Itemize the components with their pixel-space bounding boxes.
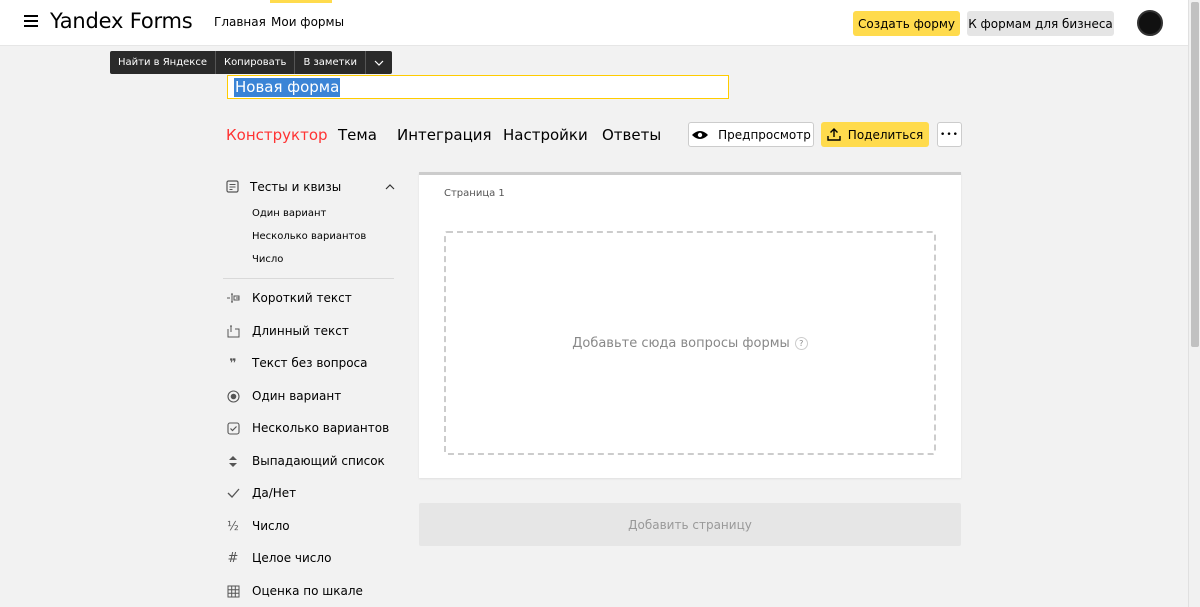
page-title: Страница 1	[444, 188, 505, 199]
nav-active-indicator	[270, 0, 332, 3]
sidebar-item-scale[interactable]: Оценка по шкале	[226, 584, 363, 598]
tab-constructor[interactable]: Конструктор	[226, 126, 328, 144]
more-icon: •••	[940, 129, 959, 140]
chevron-up-icon[interactable]	[385, 184, 395, 190]
check-icon	[226, 486, 240, 500]
upload-icon	[827, 128, 841, 141]
sidebar-sub-multi-choice[interactable]: Несколько вариантов	[252, 231, 366, 242]
sidebar-item-number[interactable]: ½ Число	[226, 519, 290, 533]
tab-integration[interactable]: Интеграция	[397, 126, 492, 144]
dropdown-icon	[226, 454, 240, 468]
business-forms-button[interactable]: К формам для бизнеса	[967, 11, 1114, 36]
nav-home[interactable]: Главная	[214, 15, 266, 29]
dropzone-text: Добавьте сюда вопросы формы	[572, 335, 790, 351]
tab-settings[interactable]: Настройки	[503, 126, 588, 144]
form-title-selected-text: Новая форма	[234, 78, 341, 97]
help-icon[interactable]: ?	[794, 336, 808, 350]
share-label: Поделиться	[847, 127, 924, 142]
brand-logo[interactable]: Yandex Forms	[50, 9, 193, 33]
sidebar-item-integer[interactable]: # Целое число	[226, 550, 332, 566]
add-page-button[interactable]: Добавить страницу	[419, 503, 961, 546]
fraction-icon: ½	[227, 519, 239, 533]
radio-icon	[226, 389, 240, 403]
chevron-down-icon	[374, 60, 384, 66]
share-button[interactable]: Поделиться	[821, 122, 929, 147]
short-text-icon	[226, 291, 240, 305]
ctx-expand[interactable]	[366, 51, 392, 74]
sidebar-item-label: Длинный текст	[252, 324, 349, 338]
ctx-notes[interactable]: В заметки	[295, 51, 366, 74]
sidebar-sub-number[interactable]: Число	[252, 254, 283, 265]
grid-icon	[226, 584, 240, 598]
quote-icon: ❞	[229, 356, 237, 370]
sidebar-item-dropdown[interactable]: Выпадающий список	[226, 454, 385, 468]
question-dropzone[interactable]: Добавьте сюда вопросы формы ?	[444, 231, 936, 455]
sidebar-item-label: Целое число	[252, 551, 332, 565]
nav-my-forms[interactable]: Мои формы	[271, 15, 344, 29]
sidebar-item-multi-choice[interactable]: Несколько вариантов	[226, 421, 389, 435]
sidebar-item-label: Один вариант	[252, 389, 342, 403]
avatar[interactable]	[1137, 10, 1163, 36]
more-options-button[interactable]: •••	[937, 122, 962, 147]
sidebar-section-title: Тесты и квизы	[250, 180, 342, 194]
form-page-card: Страница 1 Добавьте сюда вопросы формы ?	[419, 172, 961, 478]
tab-theme[interactable]: Тема	[338, 126, 377, 144]
page-scrollbar[interactable]	[1188, 0, 1200, 607]
sidebar-section-quizzes[interactable]: Тесты и квизы	[226, 178, 398, 198]
sidebar-item-label: Несколько вариантов	[252, 421, 390, 435]
sidebar-item-label: Да/Нет	[252, 486, 297, 500]
header: Yandex Forms Главная Мои формы Создать ф…	[0, 0, 1188, 46]
checkbox-icon	[226, 421, 240, 435]
preview-label: Предпросмотр	[718, 127, 811, 142]
sidebar-item-text-no-question[interactable]: ❞ Текст без вопроса	[226, 356, 368, 370]
sidebar-item-label: Текст без вопроса	[252, 356, 368, 370]
ctx-copy[interactable]: Копировать	[216, 51, 296, 74]
preview-button[interactable]: Предпросмотр	[688, 122, 814, 147]
ctx-search-yandex[interactable]: Найти в Яндексе	[110, 51, 216, 74]
sidebar-item-label: Число	[252, 519, 290, 533]
sidebar-item-yes-no[interactable]: Да/Нет	[226, 486, 296, 500]
sidebar-item-label: Оценка по шкале	[252, 584, 363, 598]
selection-context-menu: Найти в Яндексе Копировать В заметки	[110, 51, 392, 74]
sidebar-divider	[223, 278, 394, 279]
eye-icon	[692, 130, 709, 139]
sidebar-item-single-choice[interactable]: Один вариант	[226, 389, 341, 403]
menu-icon[interactable]	[24, 15, 38, 27]
sidebar-item-label: Выпадающий список	[252, 454, 385, 468]
sidebar-item-label: Короткий текст	[252, 291, 352, 305]
sidebar-item-short-text[interactable]: Короткий текст	[226, 291, 352, 305]
sidebar-item-long-text[interactable]: Длинный текст	[226, 324, 349, 338]
create-form-button[interactable]: Создать форму	[853, 11, 960, 36]
sidebar-sub-single-choice[interactable]: Один вариант	[252, 208, 326, 219]
scrollbar-thumb[interactable]	[1191, 2, 1199, 347]
long-text-icon	[226, 324, 240, 338]
tab-responses[interactable]: Ответы	[602, 126, 661, 144]
hash-icon: #	[227, 550, 239, 566]
quiz-icon	[226, 180, 239, 193]
form-title-input[interactable]: Новая форма	[227, 75, 729, 99]
